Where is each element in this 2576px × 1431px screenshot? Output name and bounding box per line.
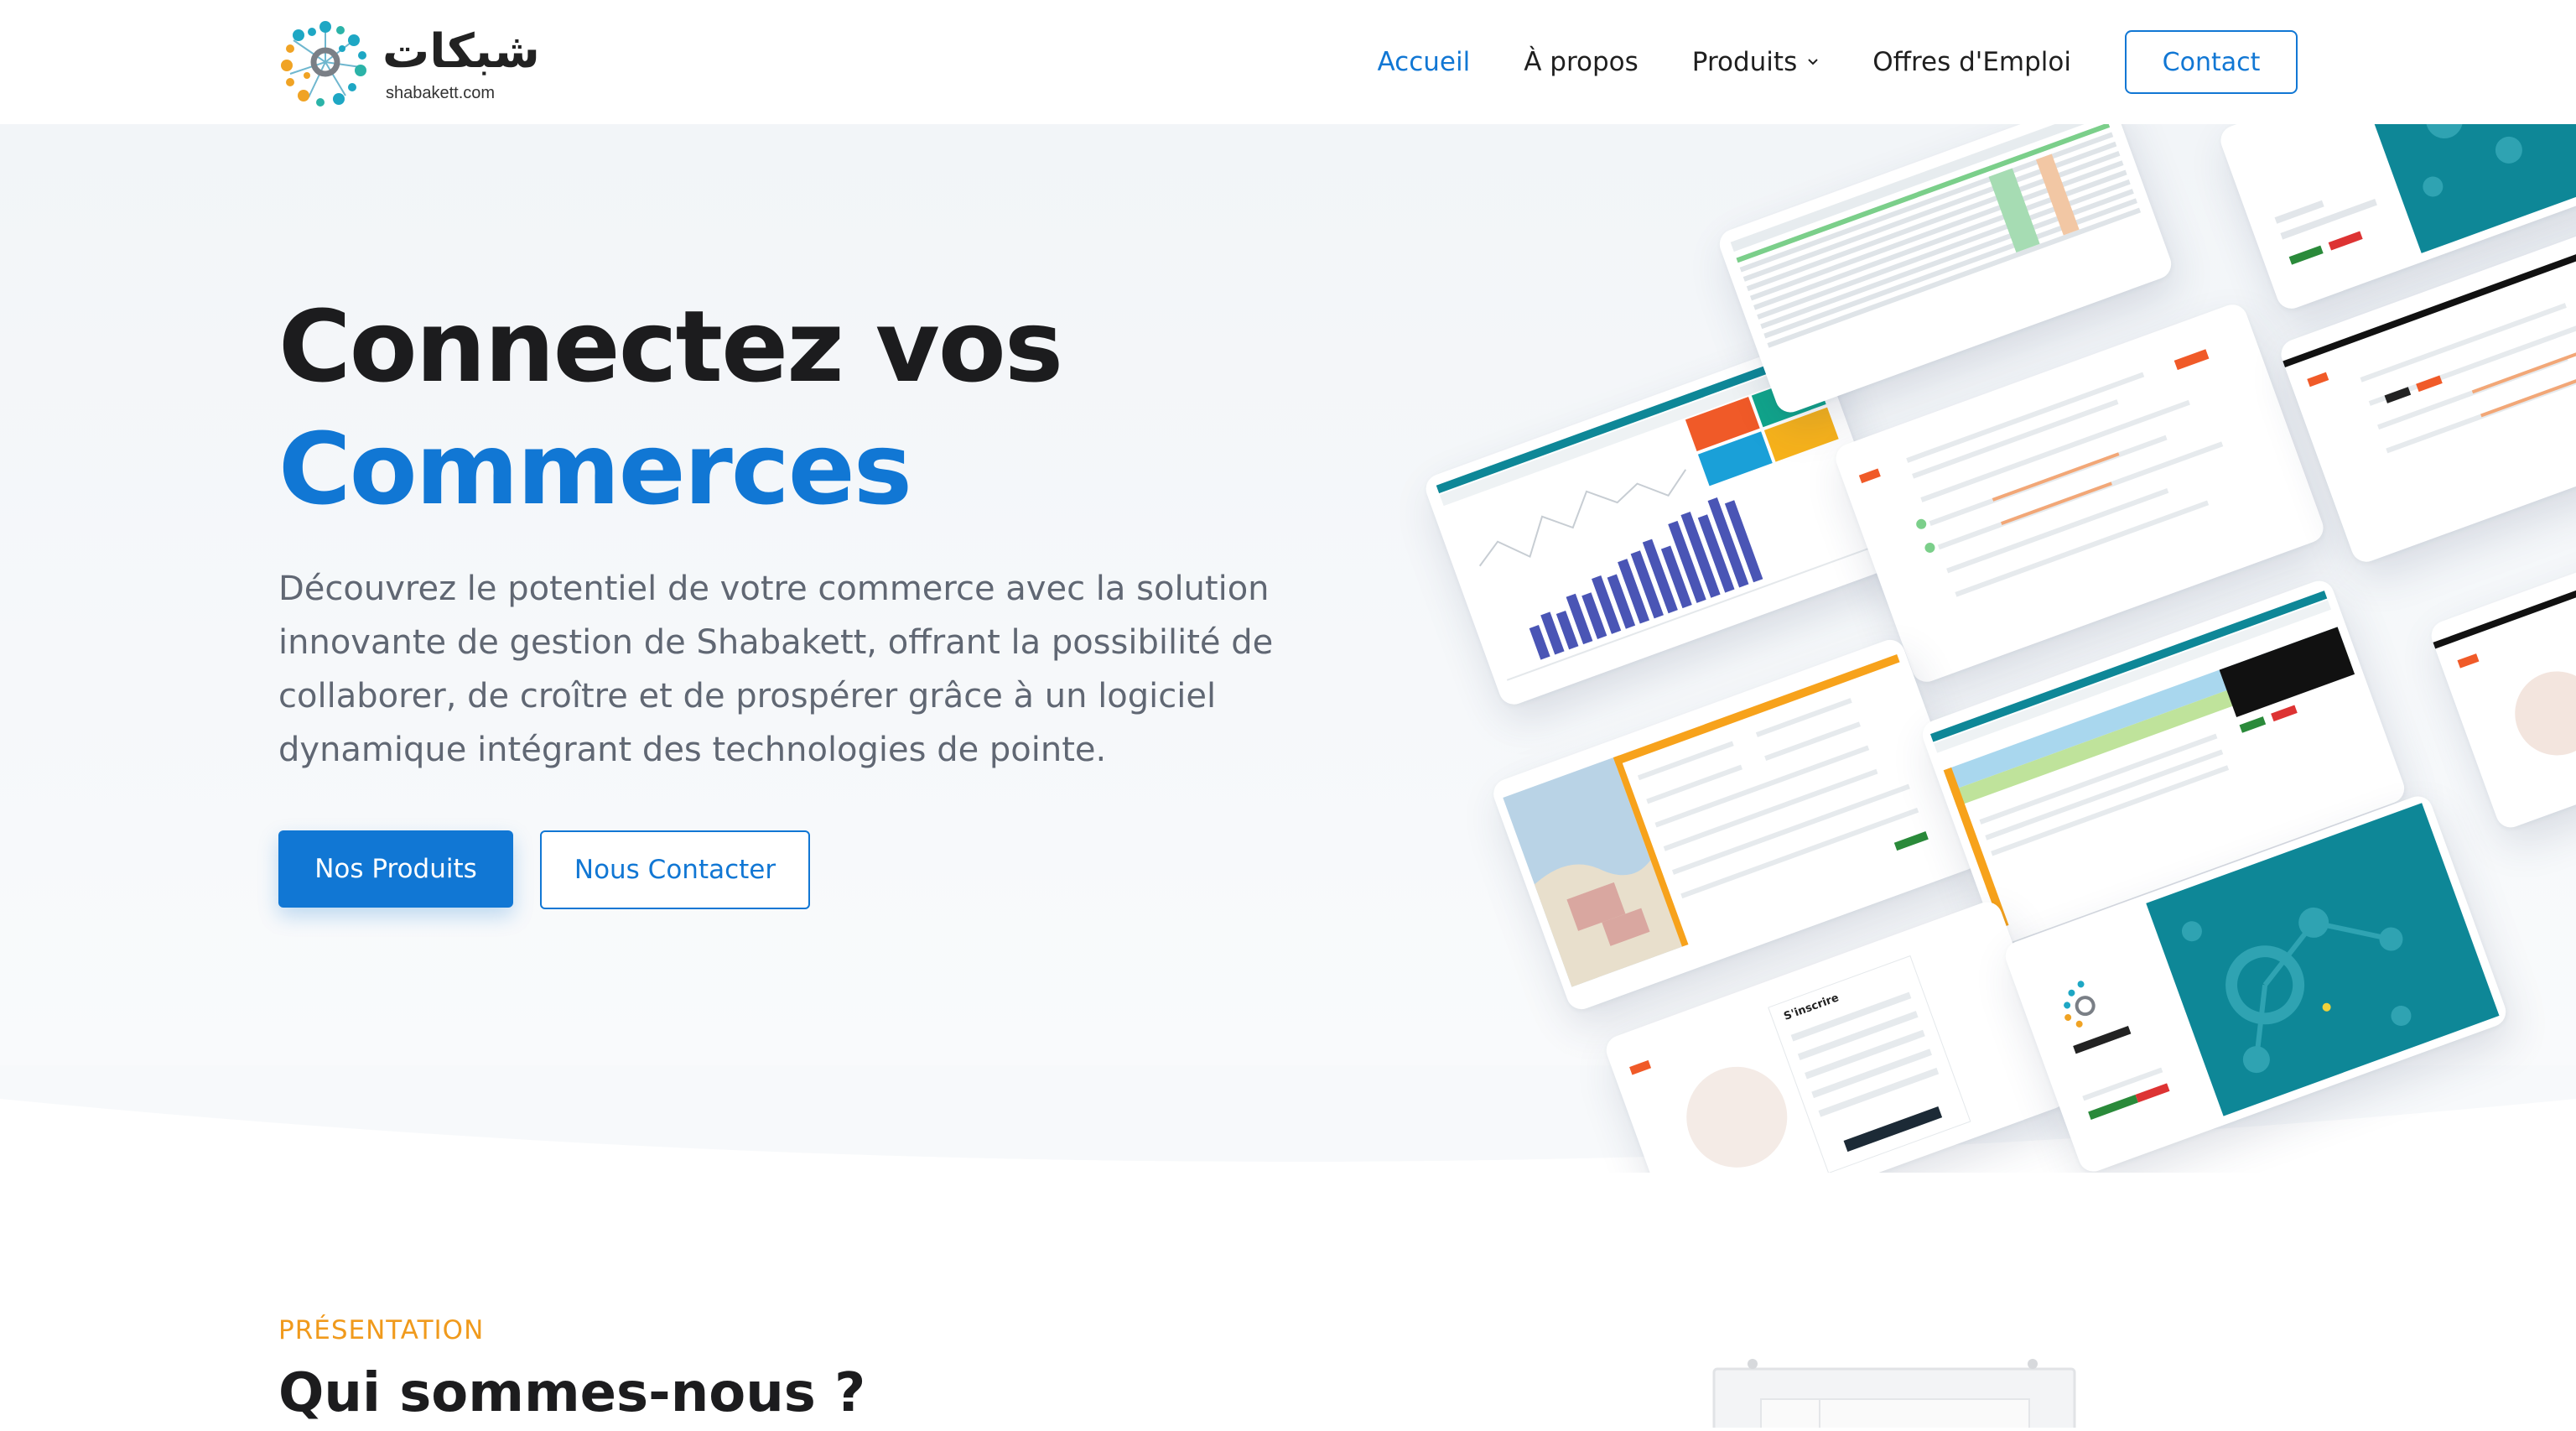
partial-right-graphic: [2433, 556, 2576, 756]
hero-title-highlight: Commerces: [278, 408, 912, 530]
logo-domain-text: shabakett.com: [386, 84, 496, 102]
hero-description: Découvrez le potentiel de votre commerce…: [278, 570, 1274, 769]
screenshot-partial-right: [2427, 540, 2576, 832]
site-logo[interactable]: شبكات shabakett.com: [278, 15, 540, 109]
hero-title-line1: Connectez vos: [278, 289, 1063, 404]
logo-wordmark-arabic: شبكات: [382, 24, 540, 79]
app-screenshot-collage: S'inscrire: [1375, 124, 2576, 1173]
contact-us-button[interactable]: Nous Contacter: [540, 830, 810, 909]
chevron-down-icon: [1808, 59, 1818, 65]
section-eyebrow: PRÉSENTATION: [278, 1315, 485, 1345]
hero-title: Connectez vos Commerces: [278, 285, 1063, 530]
nav-label: Produits: [1691, 47, 1798, 77]
contact-button[interactable]: Contact: [2125, 30, 2298, 94]
network-logo-icon: [281, 21, 366, 107]
site-header: شبكات shabakett.com Accueil À propos Pro…: [0, 0, 2576, 124]
our-products-button[interactable]: Nos Produits: [278, 830, 513, 908]
nav-label: À propos: [1524, 47, 1639, 77]
main-nav: Accueil À propos Produits Offres d'Emplo…: [1324, 29, 2298, 96]
section-title: Qui sommes-nous ?: [278, 1362, 866, 1424]
presentation-illustration: [1712, 1359, 2076, 1428]
nav-item-accueil[interactable]: Accueil: [1378, 47, 1471, 77]
nav-item-produits[interactable]: Produits: [1692, 47, 1819, 77]
nav-label: Accueil: [1377, 47, 1471, 77]
nav-item-a-propos[interactable]: À propos: [1524, 47, 1639, 77]
nav-item-offres-emploi[interactable]: Offres d'Emploi: [1872, 47, 2071, 77]
nav-label: Offres d'Emploi: [1872, 47, 2071, 77]
